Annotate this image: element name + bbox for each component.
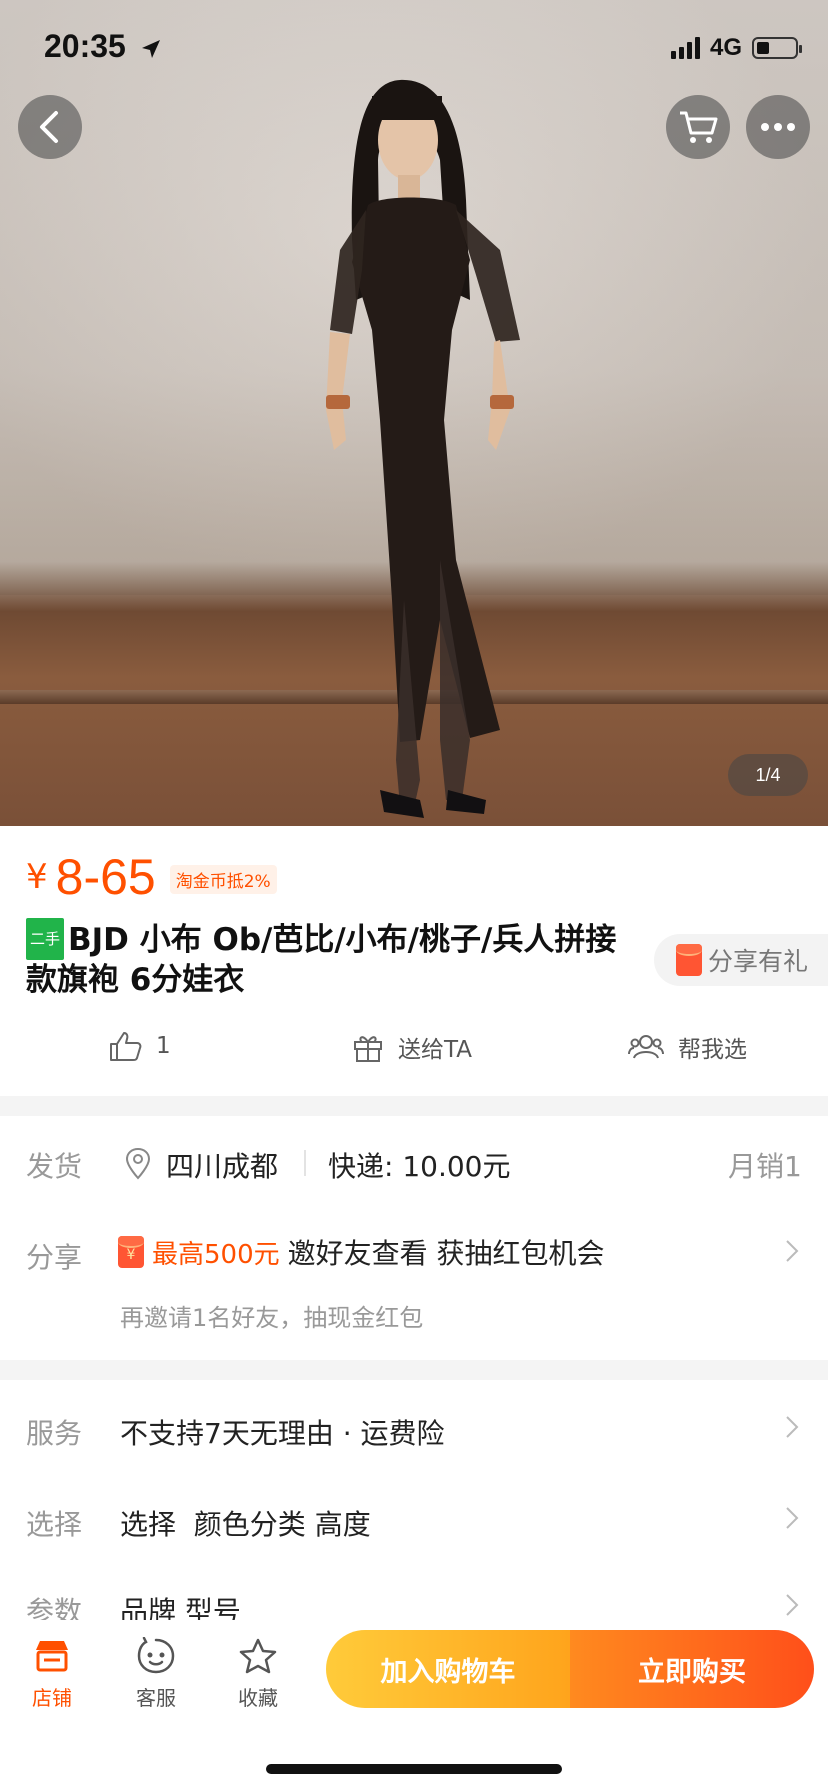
- like-count: 1: [156, 1033, 171, 1059]
- more-dots-icon: [761, 123, 795, 131]
- product-title-text: BJD 小布 Ob/芭比/小布/桃子/兵人拼接款旗袍 6分娃衣: [26, 922, 617, 998]
- help-choose-label: 帮我选: [678, 1037, 747, 1063]
- star-icon: [239, 1638, 277, 1674]
- location-arrow-icon: [142, 40, 160, 58]
- send-gift-label: 送给TA: [398, 1037, 472, 1063]
- action-row: 1 送给TA 帮我选: [0, 1030, 828, 1074]
- selection-label: 选择: [26, 1508, 83, 1541]
- tab-favorite[interactable]: 收藏: [218, 1634, 298, 1711]
- selection-text: 选择 颜色分类 高度: [120, 1508, 371, 1541]
- monthly-sales: 月销1: [728, 1150, 802, 1183]
- redpacket-icon: ¥: [118, 1236, 144, 1268]
- tab-favorite-label: 收藏: [238, 1686, 278, 1710]
- redpacket-icon: [676, 944, 702, 976]
- section-divider: [0, 1360, 828, 1380]
- status-indicators: 4G: [670, 34, 802, 62]
- help-choose-button[interactable]: 帮我选: [628, 1030, 747, 1064]
- like-button[interactable]: 1: [108, 1030, 171, 1062]
- share-label: 分享: [26, 1241, 83, 1274]
- shipping-city: 四川成都: [166, 1150, 279, 1183]
- chevron-left-icon: [40, 111, 58, 143]
- chevron-right-icon: [786, 1594, 799, 1616]
- secondhand-tag: 二手: [26, 918, 65, 960]
- section-divider: [0, 1096, 828, 1116]
- battery-icon: [752, 37, 802, 59]
- share-gift-label: 分享有礼: [708, 947, 809, 976]
- share-highlight: 最高500元: [152, 1239, 280, 1270]
- chat-face-icon: [137, 1637, 175, 1674]
- network-type: 4G: [709, 34, 742, 61]
- share-line: ¥ 最高500元 邀好友查看 获抽红包机会: [118, 1232, 605, 1272]
- chevron-right-icon: [786, 1507, 799, 1529]
- send-gift-button[interactable]: 送给TA: [352, 1030, 472, 1064]
- back-button[interactable]: [18, 95, 82, 159]
- status-time: 20:35: [44, 28, 126, 64]
- people-icon: [628, 1035, 664, 1059]
- chevron-right-icon: [786, 1240, 799, 1262]
- gallery-page-indicator: 1/4: [728, 754, 808, 796]
- location-pin-icon: [125, 1148, 151, 1180]
- home-indicator[interactable]: [266, 1764, 562, 1774]
- buy-now-button[interactable]: 立即购买: [570, 1630, 814, 1708]
- status-bar: 20:35 4G: [0, 0, 828, 96]
- add-to-cart-button[interactable]: 加入购物车: [326, 1630, 570, 1708]
- cart-icon: [680, 111, 718, 143]
- cart-button[interactable]: [666, 95, 730, 159]
- product-title: 二手 BJD 小布 Ob/芭比/小布/桃子/兵人拼接款旗袍 6分娃衣: [26, 918, 626, 1000]
- tab-customer-service[interactable]: 客服: [116, 1634, 196, 1711]
- price-value: 8-65: [55, 849, 156, 905]
- share-subtext: 再邀请1名好友，抽现金红包: [120, 1304, 424, 1332]
- chevron-right-icon: [786, 1416, 799, 1438]
- more-button[interactable]: [746, 95, 810, 159]
- share-gift-button[interactable]: 分享有礼: [654, 934, 828, 986]
- service-text: 不支持7天无理由 · 运费险: [120, 1417, 445, 1450]
- gift-icon: [354, 1036, 382, 1062]
- price-currency: ¥: [26, 857, 48, 897]
- coin-discount-badge: 淘金币抵2%: [169, 865, 277, 894]
- service-label: 服务: [26, 1417, 83, 1450]
- thumbs-up-icon: [110, 1032, 142, 1061]
- shipping-fee: 快递: 10.00元: [328, 1150, 511, 1183]
- shipping-label: 发货: [26, 1150, 83, 1183]
- tab-service-label: 客服: [136, 1686, 176, 1710]
- tab-store[interactable]: 店铺: [12, 1634, 92, 1711]
- signal-icon: [670, 37, 700, 59]
- store-icon: [36, 1641, 68, 1672]
- tab-store-label: 店铺: [32, 1686, 72, 1710]
- price-row: ¥ 8-65 淘金币抵2%: [26, 852, 277, 902]
- share-text: 邀好友查看 获抽红包机会: [287, 1237, 605, 1270]
- shipping-divider: [304, 1150, 306, 1176]
